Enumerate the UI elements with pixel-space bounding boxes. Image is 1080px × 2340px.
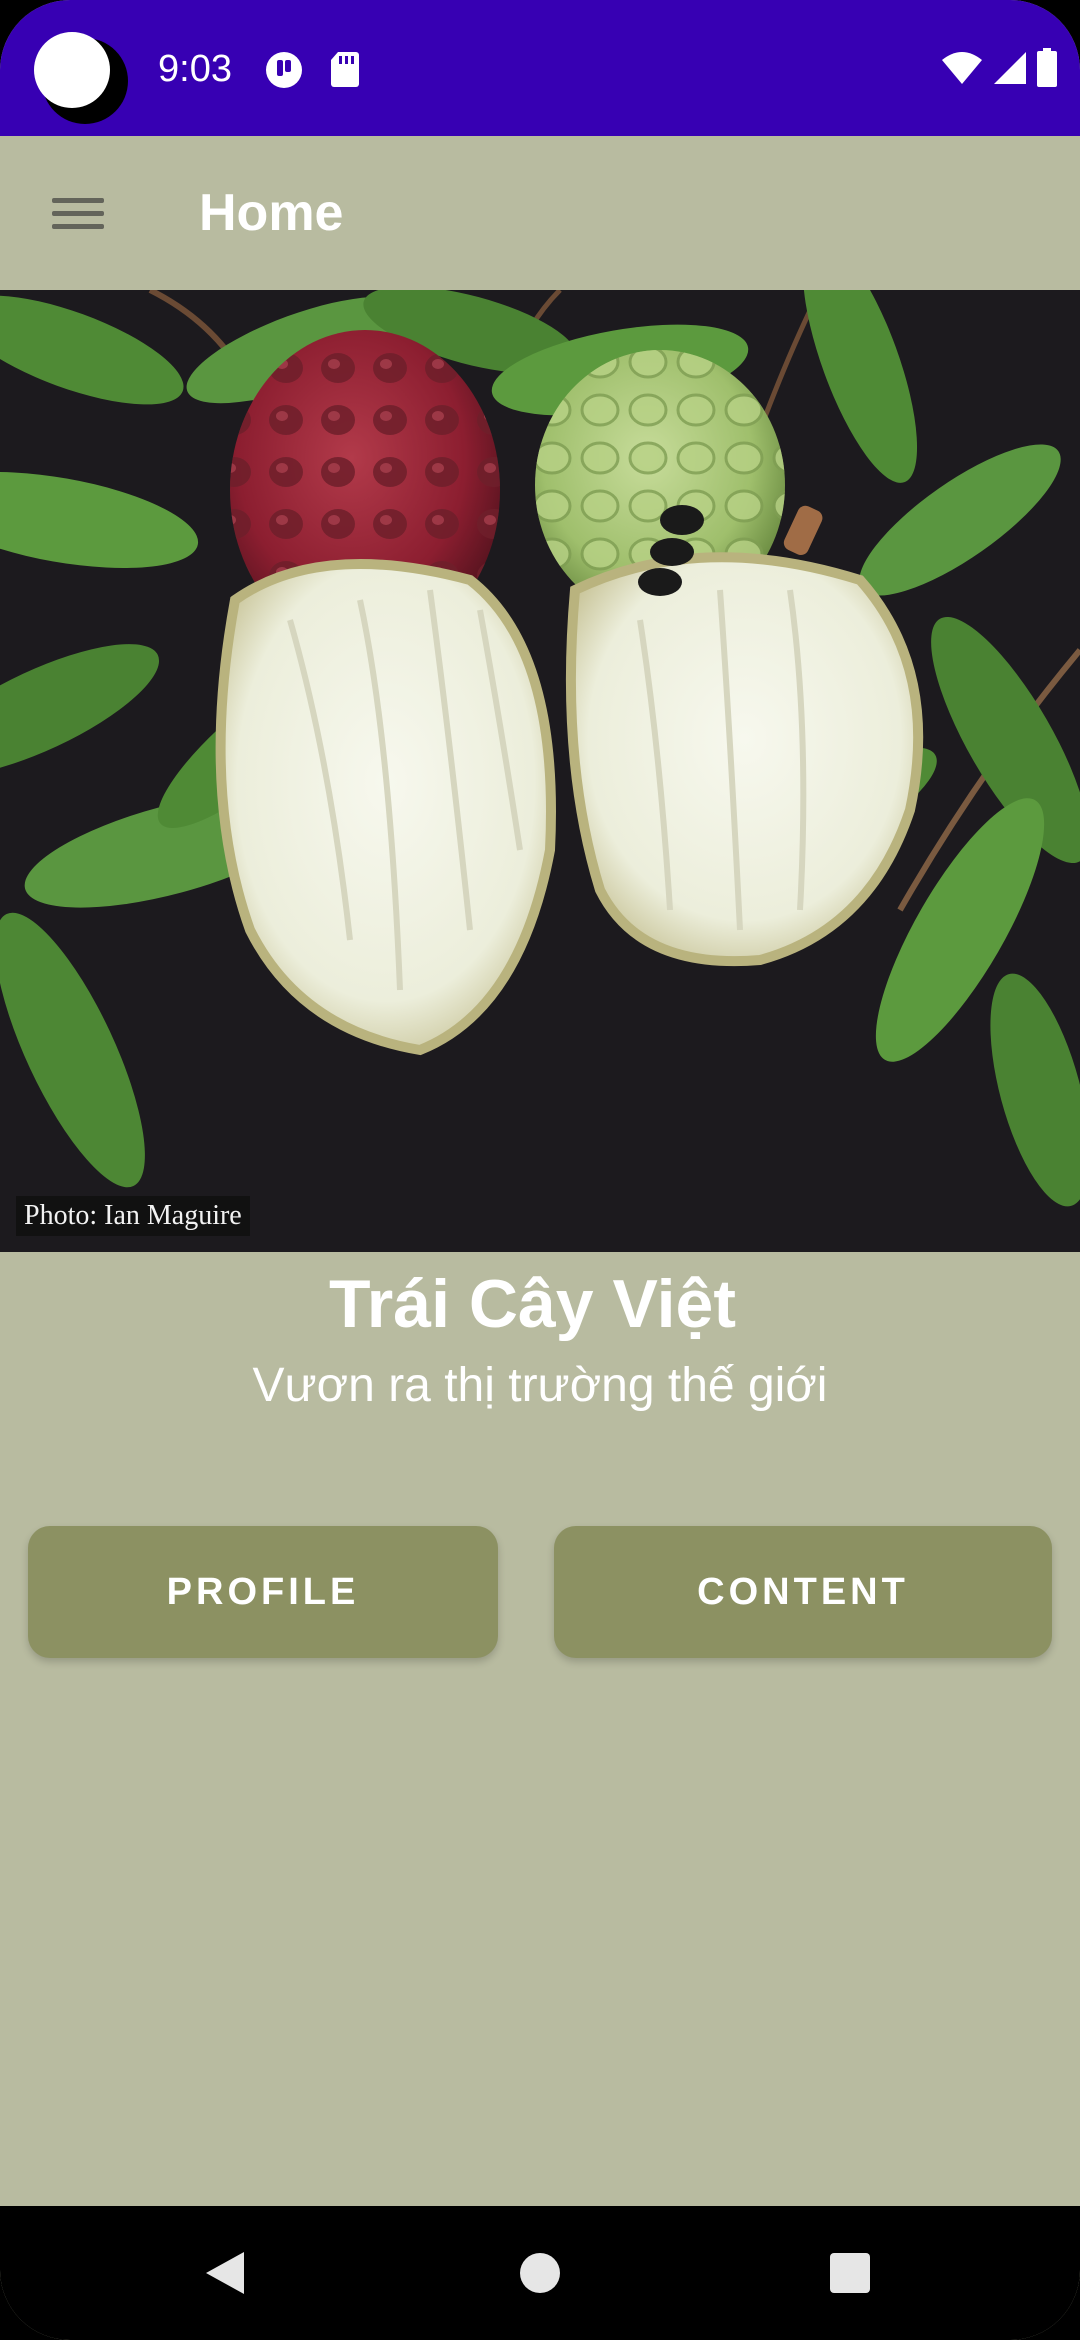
profile-button[interactable]: PROFILE [28,1526,498,1658]
sd-card-icon [331,52,359,87]
subheadline: Vươn ra thị trường thế giới [252,1359,828,1412]
wifi-icon [942,52,982,84]
status-right-icons [940,48,1058,88]
app-bar-title: Home [199,184,344,242]
content-button[interactable]: CONTENT [554,1526,1052,1658]
camera-cutout [34,32,110,108]
status-time: 9:03 [158,48,232,90]
custard-apple-illustration [0,290,1080,1252]
photo-credit: Photo: Ian Maguire [16,1196,250,1236]
menu-icon[interactable] [30,176,126,252]
app-bar: Home [0,136,1080,290]
home-circle-icon [520,2253,560,2293]
status-bar: 9:03 [0,0,1080,136]
navigation-bar [0,2206,1080,2340]
signal-icon [994,52,1026,84]
notification-icon [266,52,302,88]
battery-icon [1037,48,1057,87]
recent-apps-button[interactable] [770,2206,930,2340]
hero-image: Photo: Ian Maguire [0,290,1080,1252]
back-triangle-icon [206,2252,244,2294]
home-button[interactable] [460,2206,620,2340]
recent-square-icon [830,2253,870,2293]
back-button[interactable] [148,2206,308,2340]
headline: Trái Cây Việt [329,1266,736,1342]
phone-screen: 9:03 Home Photo: Ian Maguire Trái Cây Vi… [0,0,1080,2340]
